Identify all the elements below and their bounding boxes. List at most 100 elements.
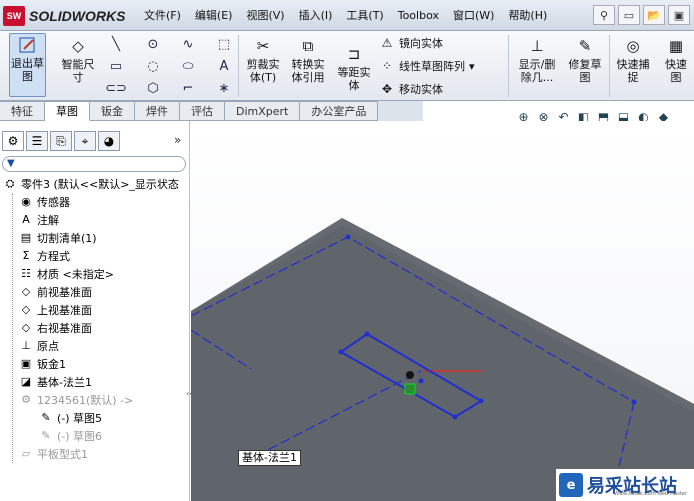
spline-tool-icon[interactable]: ∿ — [178, 35, 198, 53]
tree-node[interactable]: ◇ 上视基准面 — [18, 301, 92, 318]
tree-node[interactable]: ✎ (-) 草图5 — [38, 409, 102, 426]
tree-node-label: 右视基准面 — [37, 321, 92, 335]
sketch-icon: ✎ — [41, 429, 51, 442]
point-tool-icon[interactable]: ∗ — [214, 79, 234, 97]
annotation-icon: A — [22, 213, 30, 226]
display-manager-tab-icon[interactable]: ◕ — [98, 131, 120, 151]
quick-snaps-label: 快速捕 捉 — [616, 58, 650, 84]
tree-node[interactable]: A 注解 — [18, 211, 59, 228]
tree-filter-input[interactable]: ▼ — [2, 156, 186, 172]
material-icon: ☷ — [21, 267, 31, 280]
trim-entities-button[interactable]: ✂ 剪裁实 体(T) — [243, 35, 283, 84]
arc-tool-icon[interactable]: ◌ — [143, 57, 163, 75]
fillet-tool-icon[interactable]: ⌐ — [178, 79, 198, 97]
repair-sketch-icon: ✎ — [578, 36, 592, 55]
menu-file[interactable]: 文件(F) — [137, 7, 188, 25]
offset-entities-button[interactable]: ⊐ 等距实 体 — [334, 43, 374, 92]
tree-node[interactable]: ⊥ 原点 — [18, 337, 59, 354]
tree-node[interactable]: Σ 方程式 — [18, 247, 70, 264]
graphics-area[interactable] — [191, 121, 694, 501]
part-ref-icon: ⚙ — [21, 393, 31, 406]
pin-icon[interactable]: ⚲ — [593, 5, 615, 25]
tab-dimxpert[interactable]: DimXpert — [225, 101, 301, 121]
tab-sheet-metal[interactable]: 钣金 — [90, 101, 135, 121]
tree-node[interactable]: ☷ 材质 <未指定> — [18, 265, 114, 282]
tree-node-label: 前视基准面 — [37, 285, 92, 299]
save-icon[interactable]: ▣ — [668, 5, 690, 25]
polygon-tool-icon[interactable]: ⬡ — [143, 79, 163, 97]
command-manager-tabs: 特征 草图 钣金 焊件 评估 DimXpert 办公室产品 — [0, 101, 423, 121]
text-tool-icon[interactable]: A — [214, 57, 234, 75]
circle-tool-icon[interactable]: ⊙ — [143, 35, 163, 53]
tree-node[interactable]: ▤ 切割清单(1) — [18, 229, 97, 246]
ellipse-tool-icon[interactable]: ⬭ — [178, 57, 198, 75]
watermark-subtext: Www.Easck.Com Web Master — [614, 491, 687, 497]
filter-icon: ▼ — [7, 158, 15, 169]
tab-evaluate[interactable]: 评估 — [180, 101, 225, 121]
solidworks-logo-badge: SW — [3, 6, 25, 26]
tree-node[interactable]: ⚙ 1234561(默认) -> — [18, 391, 133, 408]
mirror-icon: ⚠ — [381, 36, 393, 50]
sketch-icon: ✎ — [41, 411, 51, 424]
rapid-sketch-button[interactable]: ▦ 快速 图 — [658, 35, 694, 84]
open-folder-icon[interactable]: 📂 — [643, 5, 665, 25]
tree-node-label: 切割清单(1) — [37, 231, 97, 245]
tree-node[interactable]: ▱ 平板型式1 — [18, 445, 88, 462]
tree-node-label: 材质 <未指定> — [37, 267, 114, 281]
rectangle-tool-icon[interactable]: ▭ — [106, 57, 126, 75]
plane-icon: ◇ — [21, 321, 31, 334]
tree-node-label: 注解 — [37, 213, 59, 227]
menu-tools[interactable]: 工具(T) — [339, 7, 390, 25]
repair-sketch-button[interactable]: ✎ 修复草 图 — [565, 35, 605, 84]
smart-dimension-button[interactable]: ◇ 智能尺 寸 — [58, 35, 98, 84]
relations-icon: ⊥ — [530, 36, 544, 55]
menu-edit[interactable]: 编辑(E) — [188, 7, 240, 25]
new-document-icon[interactable]: ▭ — [618, 5, 640, 25]
convert-entities-button[interactable]: ⧉ 转换实 体引用 — [287, 35, 329, 84]
solidworks-logo[interactable]: SW SOLIDWORKS — [3, 5, 125, 27]
linear-pattern-button[interactable]: ⁘ 线性草图阵列 ▾ — [379, 58, 475, 74]
tab-sketch[interactable]: 草图 — [45, 101, 90, 121]
tree-node[interactable]: ◇ 前视基准面 — [18, 283, 92, 300]
expand-panel-icon[interactable]: » — [174, 133, 181, 147]
tree-node-label: 方程式 — [37, 249, 70, 263]
tree-node[interactable]: ▣ 钣金1 — [18, 355, 66, 372]
panel-tabs: ⚙ ☰ ⎘ ⌖ ◕ — [2, 131, 120, 151]
tree-node[interactable]: ◇ 右视基准面 — [18, 319, 92, 336]
menu-insert[interactable]: 插入(I) — [292, 7, 340, 25]
display-delete-relations-button[interactable]: ⊥ 显示/删 除几... — [514, 35, 560, 84]
slot-tool-icon[interactable]: ⊂⊃ — [105, 79, 127, 97]
menu-window[interactable]: 窗口(W) — [446, 7, 501, 25]
line-tool-icon[interactable]: ╲ — [106, 35, 126, 53]
tab-office-products[interactable]: 办公室产品 — [300, 101, 379, 121]
equation-icon: Σ — [22, 249, 30, 262]
tree-node[interactable]: ⛭ 零件3 (默认<<默认>_显示状态 — [2, 175, 179, 192]
ribbon-separator — [508, 35, 509, 97]
property-manager-tab-icon[interactable]: ☰ — [26, 131, 48, 151]
menu-toolbox[interactable]: Toolbox — [391, 7, 446, 25]
menu-view[interactable]: 视图(V) — [239, 7, 291, 25]
tree-node-label: (-) 草图6 — [57, 429, 103, 443]
configuration-manager-tab-icon[interactable]: ⎘ — [50, 131, 72, 151]
tree-node[interactable]: ✎ (-) 草图6 — [38, 427, 102, 444]
tab-features[interactable]: 特征 — [0, 101, 45, 121]
quick-snaps-icon: ◎ — [626, 36, 640, 55]
quick-snaps-button[interactable]: ◎ 快速捕 捉 — [613, 35, 653, 84]
smart-dimension-icon: ◇ — [72, 36, 84, 55]
menu-help[interactable]: 帮助(H) — [501, 7, 554, 25]
chevron-down-icon[interactable]: ▾ — [469, 60, 475, 73]
mirror-entities-button[interactable]: ⚠ 镜向实体 — [379, 35, 443, 51]
move-entities-button[interactable]: ✥ 移动实体 — [379, 81, 443, 97]
tree-node[interactable]: ◉ 传感器 — [18, 193, 70, 210]
tree-node[interactable]: ◪ 基体-法兰1 — [18, 373, 92, 390]
exit-sketch-button[interactable]: 退出草 图 — [9, 33, 46, 97]
dimxpert-manager-tab-icon[interactable]: ⌖ — [74, 131, 96, 151]
move-label: 移动实体 — [399, 83, 443, 96]
quick-access-toolbar: ⚲ ▭ 📂 ▣ — [593, 5, 690, 25]
convert-entities-icon: ⧉ — [302, 36, 314, 55]
tree-node-label: 1234561(默认) -> — [37, 393, 134, 407]
feature-manager-tab-icon[interactable]: ⚙ — [2, 131, 24, 151]
origin-icon: ⊥ — [21, 339, 31, 352]
sketch-grid-icon[interactable]: ⬚ — [214, 35, 234, 53]
tab-weldments[interactable]: 焊件 — [135, 101, 180, 121]
